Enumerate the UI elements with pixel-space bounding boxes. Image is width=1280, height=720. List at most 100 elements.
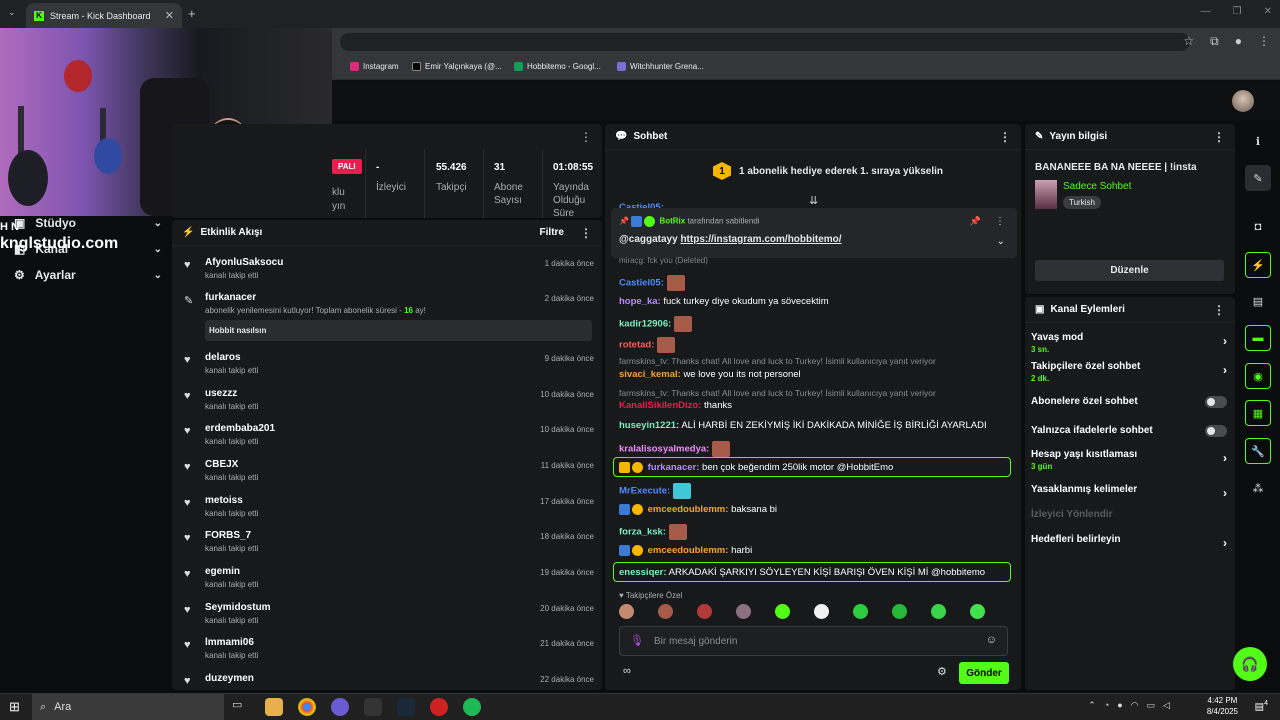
info-header: ✎ Yayın bilgisi ⋮ (1025, 124, 1235, 150)
help-button[interactable]: 🎧 (1233, 647, 1267, 681)
more-options-icon[interactable]: ⋮ (580, 130, 592, 144)
address-input[interactable] (340, 33, 1190, 51)
chevron-right-icon: › (1223, 486, 1227, 500)
emoji-icon[interactable]: ☺ (986, 634, 997, 646)
more-options-icon[interactable]: ⋮ (580, 226, 592, 240)
tab-search-button[interactable]: ⌄ (8, 7, 16, 18)
microphone-icon[interactable]: 🎙 (630, 634, 644, 647)
app-icon[interactable] (331, 698, 349, 716)
more-options-icon[interactable]: ⋮ (1213, 303, 1225, 317)
reply-context: farmskins_tv: Thanks chat! All love and … (619, 356, 936, 366)
windows-start-icon[interactable]: ⊞ (9, 699, 20, 715)
more-options-icon[interactable]: ⋮ (999, 130, 1011, 144)
chat-icon[interactable]: ▬ (1245, 325, 1271, 351)
toolbar-icons: ☆ ⧉ ● ⋮ (1183, 34, 1270, 49)
emote-button[interactable] (892, 604, 907, 619)
wrench-icon[interactable]: 🔧 (1245, 438, 1271, 464)
taskbar-search[interactable]: ⌕ Ara (32, 694, 224, 720)
notifications-icon[interactable]: ▤4 (1255, 700, 1268, 712)
spotify-icon[interactable] (463, 698, 481, 716)
subs-only-toggle[interactable] (1205, 396, 1227, 408)
chevron-down-icon: ⌄ (153, 217, 162, 229)
more-tools-icon[interactable]: ⁂ (1245, 475, 1271, 501)
slow-mode-row[interactable]: Yavaş mod 3 sn. › (1031, 332, 1227, 354)
emote-button[interactable] (619, 604, 634, 619)
notes-icon[interactable]: ▤ (1245, 288, 1271, 314)
taskbar-clock[interactable]: 4:42 PM 8/4/2025 (1207, 695, 1238, 717)
emote (672, 483, 691, 499)
sub-gift-banner[interactable]: 1 1 abonelik hediye ederek 1. sıraya yük… (713, 162, 943, 180)
file-explorer-icon[interactable] (265, 698, 283, 716)
extensions-icon[interactable]: ⧉ (1210, 34, 1219, 49)
bookmark-witchhunter[interactable]: Witchhunter Grena... (617, 62, 704, 71)
activity-icon[interactable]: ⚡ (1245, 252, 1271, 278)
network-icon[interactable]: ◔ (1104, 700, 1109, 711)
emote-button[interactable] (775, 604, 790, 619)
close-tab-icon[interactable]: ✕ (165, 9, 174, 22)
profile-icon[interactable]: ● (1235, 34, 1242, 49)
emote-button[interactable] (970, 604, 985, 619)
chat-message: emceedoublemm: harbi (619, 545, 752, 556)
heart-icon: ♥ (184, 675, 191, 687)
close-window-icon[interactable]: ✕ (1264, 6, 1272, 17)
user-avatar[interactable] (1232, 90, 1254, 112)
followers-only-row[interactable]: Takipçilere özel sohbet 2 dk. › (1031, 361, 1227, 383)
emote-button[interactable] (736, 604, 751, 619)
bookmark-x[interactable]: Emir Yalçınkaya (@... (412, 62, 502, 71)
emote-button[interactable] (931, 604, 946, 619)
chevron-up-icon[interactable]: ⌃ (1088, 700, 1096, 711)
chat-message: kadir12906: (619, 316, 692, 332)
emote-button[interactable] (814, 604, 829, 619)
new-tab-button[interactable]: + (188, 6, 196, 21)
chat-header: 💬 Sohbet ⋮ (605, 124, 1021, 150)
unpin-icon[interactable]: 📌 (970, 216, 981, 227)
stream-preview-icon[interactable]: ◘ (1245, 214, 1271, 240)
mic-icon[interactable]: ● (1117, 700, 1122, 711)
sidebar-item-settings[interactable]: ⚙ Ayarlar ⌄ (14, 268, 162, 282)
bookmark-instagram[interactable]: Instagram (350, 62, 399, 71)
scroll-down-icon[interactable]: ⇊ (809, 194, 818, 207)
broadcast-icon[interactable]: ◉ (1245, 363, 1271, 389)
shield-icon (617, 62, 626, 71)
goals-row[interactable]: Hedefleri belirleyin › (1031, 534, 1227, 550)
app-icon[interactable] (430, 698, 448, 716)
task-view-icon[interactable]: ▭ (232, 698, 250, 716)
minimize-icon[interactable]: — (1201, 6, 1211, 17)
emotes-only-row: Yalnızca ifadelerle sohbet (1031, 425, 1227, 437)
more-options-icon[interactable]: ⋮ (995, 216, 1005, 227)
points-icon[interactable]: ∞ (623, 665, 631, 677)
pinned-link[interactable]: https://instagram.com/hobbitemo/ (680, 234, 841, 245)
star-icon[interactable]: ☆ (1183, 34, 1194, 49)
more-options-icon[interactable]: ⋮ (1213, 130, 1225, 144)
search-icon: ⌕ (40, 700, 47, 713)
send-button[interactable]: Gönder (959, 662, 1009, 684)
menu-icon[interactable]: ⋮ (1258, 34, 1270, 49)
volume-icon[interactable]: ◁ (1163, 700, 1170, 711)
emote-button[interactable] (853, 604, 868, 619)
emote-button[interactable] (697, 604, 712, 619)
chat-input[interactable]: 🎙 Bir mesaj gönderin ☺ (619, 626, 1008, 656)
filter-button[interactable]: Filtre (540, 227, 564, 238)
chevron-right-icon: › (1223, 363, 1227, 377)
bookmark-sheets[interactable]: Hobbitemo - Googl... (514, 62, 601, 71)
chevron-down-icon[interactable]: ⌄ (997, 236, 1005, 247)
account-age-row[interactable]: Hesap yaşı kısıtlaması 3 gün › (1031, 449, 1227, 471)
emote-button[interactable] (658, 604, 673, 619)
chrome-icon[interactable] (298, 698, 316, 716)
edit-button[interactable]: Düzenle (1035, 260, 1224, 281)
maximize-icon[interactable]: ❐ (1233, 6, 1242, 17)
emotes-only-toggle[interactable] (1205, 425, 1227, 437)
queue-icon[interactable]: ▦ (1245, 400, 1271, 426)
app-icon[interactable] (364, 698, 382, 716)
info-icon[interactable]: ℹ (1245, 128, 1271, 154)
wifi-icon[interactable]: ◠ (1131, 700, 1139, 711)
steam-icon[interactable] (397, 698, 415, 716)
banned-words-row[interactable]: Yasaklanmış kelimeler › (1031, 484, 1227, 500)
battery-icon[interactable]: ▭ (1147, 700, 1156, 711)
chevron-down-icon: ⌄ (153, 269, 162, 281)
gear-icon[interactable]: ⚙ (937, 665, 947, 678)
browser-tab[interactable]: K Stream - Kick Dashboard ✕ (26, 3, 182, 28)
edit-icon[interactable]: ✎ (1245, 165, 1271, 191)
divider (542, 150, 543, 218)
info-icon: ✎ (1035, 131, 1044, 142)
